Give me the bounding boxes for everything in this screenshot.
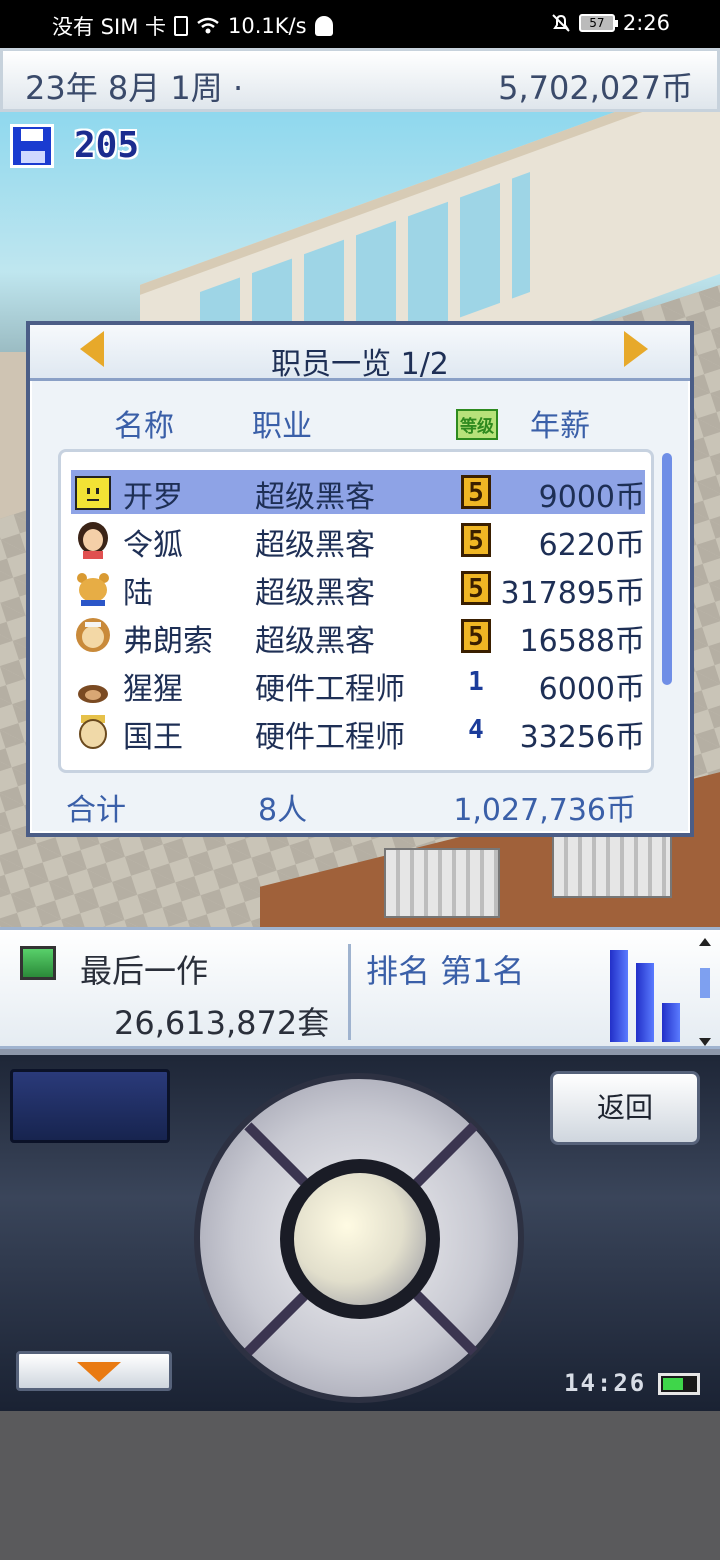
column-header-job: 职业 <box>252 409 312 444</box>
device-battery-icon <box>658 1373 700 1395</box>
sales-info-bar: 最后一作 26,613,872套 排名 第1名 <box>0 927 720 1049</box>
staff-name: 令狐 <box>123 528 183 563</box>
game-cartridge-icon <box>20 946 56 980</box>
grade-header-icon: 等级 <box>456 409 498 440</box>
mini-scrollbar[interactable] <box>698 938 712 1046</box>
down-arrow-icon <box>77 1362 121 1382</box>
clock-text: 2:26 <box>622 11 670 35</box>
staff-salary: 6000币 <box>538 672 645 707</box>
total-salary: 1,027,736币 <box>453 793 636 828</box>
last-work-sales: 26,613,872套 <box>114 1004 330 1042</box>
staff-row[interactable]: 猩猩 硬件工程师 1 6000币 <box>71 662 645 707</box>
staff-list-dialog: 职员一览 1/2 名称 职业 等级 年薪 开罗 超级黑客 5 9000币 令狐 … <box>26 321 694 837</box>
ape-avatar-icon <box>78 685 108 703</box>
staff-grade-badge: 5 <box>461 523 491 557</box>
staff-name: 陆 <box>123 576 153 611</box>
bear-avatar-icon <box>77 573 109 606</box>
menu-screen-slot[interactable] <box>10 1069 170 1143</box>
rank-bar-chart <box>606 942 686 1042</box>
status-right: 57 2:26 <box>551 11 670 35</box>
status-left: 没有 SIM 卡 10.1K/s <box>52 11 333 41</box>
game-date: 23年 8月 1周 · <box>25 69 244 107</box>
save-counter: 205 <box>74 125 140 166</box>
staff-row[interactable]: 令狐 超级黑客 5 6220币 <box>71 518 645 563</box>
staff-name: 开罗 <box>123 480 183 515</box>
rank-bar <box>610 950 628 1042</box>
staff-salary: 6220币 <box>538 528 645 563</box>
king-avatar-icon <box>79 715 107 749</box>
staff-job: 超级黑客 <box>255 480 375 515</box>
system-status-bar: 没有 SIM 卡 10.1K/s 57 2:26 <box>0 0 720 48</box>
staff-job: 超级黑客 <box>255 576 375 611</box>
staff-grade-badge: 5 <box>461 475 491 509</box>
date-money-bar: 23年 8月 1周 · 5,702,027币 <box>0 48 720 112</box>
staff-name: 弗朗索 <box>123 624 213 659</box>
list-scrollbar[interactable] <box>662 453 672 685</box>
save-disk-icon[interactable] <box>10 124 54 168</box>
menu-down-button[interactable] <box>16 1351 172 1391</box>
device-clock: 14:26 <box>564 1369 647 1397</box>
staff-row[interactable]: 国王 硬件工程师 4 33256币 <box>71 710 645 755</box>
staff-row[interactable]: 陆 超级黑客 5 317895币 <box>71 566 645 611</box>
net-speed-text: 10.1K/s <box>228 14 307 38</box>
sim-status-text: 没有 SIM 卡 <box>52 15 166 39</box>
staff-job: 超级黑客 <box>255 624 375 659</box>
device-controller: 返回 14:26 <box>0 1049 720 1411</box>
column-header-name: 名称 <box>114 409 174 444</box>
column-header-salary: 年薪 <box>530 409 590 444</box>
last-work-label: 最后一作 <box>80 952 209 990</box>
wifi-icon <box>197 17 219 34</box>
staff-salary: 33256币 <box>519 720 645 755</box>
staff-job: 硬件工程师 <box>255 720 405 755</box>
office-desk <box>384 848 500 918</box>
next-page-arrow-icon[interactable] <box>624 331 648 367</box>
lion-avatar-icon <box>76 618 110 652</box>
sim-card-icon <box>174 16 188 36</box>
staff-job: 硬件工程师 <box>255 672 405 707</box>
staff-grade-badge: 5 <box>461 619 491 653</box>
staff-grade-badge: 5 <box>461 571 491 605</box>
dpad-center-button[interactable] <box>280 1159 440 1319</box>
staff-row[interactable]: 弗朗索 超级黑客 5 16588币 <box>71 614 645 659</box>
staff-job: 超级黑客 <box>255 528 375 563</box>
total-label: 合计 <box>66 793 126 828</box>
dialog-header: 职员一览 1/2 <box>30 325 690 382</box>
app-root: 没有 SIM 卡 10.1K/s 57 2:26 23年 8月 1周 · 5,7… <box>0 0 720 1560</box>
back-button[interactable]: 返回 <box>550 1071 700 1145</box>
dpad-control[interactable] <box>194 1073 524 1403</box>
battery-icon: 57 <box>578 14 618 32</box>
office-desk <box>552 828 672 898</box>
yellow-square-avatar-icon <box>75 476 111 510</box>
funds-value: 5,702,027币 <box>498 69 693 107</box>
rank-bar <box>662 1003 680 1042</box>
staff-grade-badge: 1 <box>468 667 484 697</box>
notification-ghost-icon <box>314 16 333 36</box>
staff-grade-badge: 4 <box>468 715 484 745</box>
staff-salary: 317895币 <box>500 576 645 611</box>
dialog-title: 职员一览 1/2 <box>271 347 449 382</box>
bell-muted-icon <box>552 14 570 32</box>
staff-name: 国王 <box>123 720 183 755</box>
staff-name: 猩猩 <box>123 672 183 707</box>
staff-salary: 9000币 <box>538 480 645 515</box>
staff-row[interactable]: 开罗 超级黑客 5 9000币 <box>71 470 645 515</box>
dialog-footer: 合计 8人 1,027,736币 <box>30 785 690 835</box>
staff-salary: 16588币 <box>519 624 645 659</box>
staff-count: 8人 <box>258 793 308 828</box>
rank-bar <box>636 963 654 1042</box>
info-divider <box>348 944 351 1040</box>
girl-avatar-icon <box>78 522 108 559</box>
staff-list: 开罗 超级黑客 5 9000币 令狐 超级黑客 5 6220币 陆 超级黑客 5… <box>58 449 654 773</box>
rank-text: 排名 第1名 <box>366 952 525 990</box>
